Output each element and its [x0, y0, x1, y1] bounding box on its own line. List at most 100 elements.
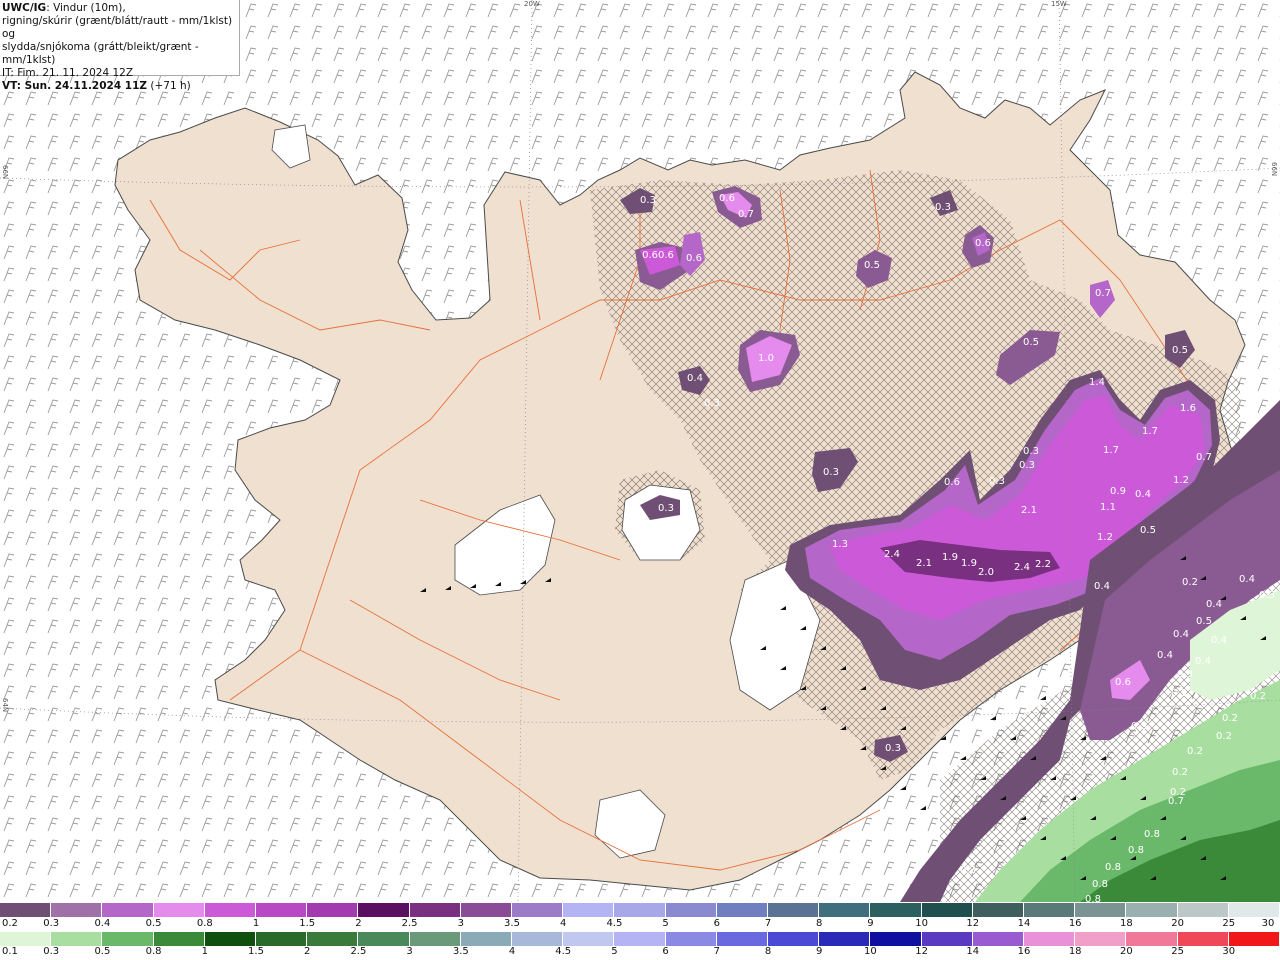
snow-legend-label: 14: [1017, 918, 1031, 929]
rain-legend-label: 0.1: [2, 946, 18, 957]
precip-label: 1.0: [758, 353, 774, 364]
rain-legend-swatch: [307, 932, 359, 946]
rain-legend-swatch: [256, 932, 308, 946]
precip-label: 0.3: [989, 476, 1005, 487]
snow-legend-swatch: [0, 903, 52, 917]
rain-legend-swatch: [153, 932, 205, 946]
rain-legend-swatch: [1024, 932, 1076, 946]
snow-legend-swatch: [1228, 903, 1280, 917]
rain-legend-swatch: [614, 932, 666, 946]
rain-legend-swatch: [460, 932, 513, 946]
precip-label: 2.4: [1014, 562, 1030, 573]
snow-legend-swatch: [460, 903, 513, 917]
precip-label: 0.8: [1128, 845, 1144, 856]
precip-label: 0.4: [1157, 650, 1173, 661]
precip-label: 0.3: [1171, 688, 1187, 699]
precip-label: 0.2: [1172, 767, 1188, 778]
rain-legend-swatch: [358, 932, 410, 946]
precip-label: 0.7: [1168, 796, 1184, 807]
snow-legend-label: 0.3: [43, 918, 60, 929]
map-info-box: UWC/IG: Vindur (10m), rigning/skúrir (gr…: [0, 0, 240, 92]
info-line-3: slydda/snjókoma (grátt/bleikt/grænt - mm…: [2, 41, 199, 66]
precip-label: 0.8: [1092, 879, 1108, 890]
rain-legend-label: 0.3: [43, 946, 60, 957]
map-title-rest: : Vindur (10m),: [46, 2, 126, 14]
precip-label: 2.4: [884, 549, 900, 560]
rain-legend-label: 9: [816, 946, 823, 957]
precip-label: 0.4: [687, 373, 703, 384]
snow-legend-label: 4: [560, 918, 567, 929]
precip-label: 0.3: [935, 202, 951, 213]
rain-legend-swatch: [1177, 932, 1229, 946]
rain-legend-swatch: [921, 932, 973, 946]
rain-legend-label: 25: [1171, 946, 1184, 957]
snow-legend-swatch: [563, 903, 615, 917]
precip-label: 0.2: [1187, 746, 1203, 757]
snow-legend-swatch: [1024, 903, 1076, 917]
lon-label-15w: 15W: [1051, 0, 1067, 8]
snow-legend-swatch: [256, 903, 308, 917]
precip-label: 0.8: [1105, 862, 1121, 873]
rain-legend-swatch: [1075, 932, 1127, 946]
lat-label-64n-left: 64N: [1, 698, 9, 713]
snow-legend-label: 3: [457, 918, 464, 929]
rain-legend-label: 10: [864, 946, 877, 957]
precip-label: 0.3: [1177, 669, 1193, 680]
precip-label: 0.2: [1250, 691, 1266, 702]
snow-legend-label: 12: [966, 918, 980, 929]
precip-label: 0.60.6: [642, 250, 674, 261]
rain-legend-swatch: [972, 932, 1025, 946]
info-line-2: rigning/skúrir (grænt/blátt/rautt - mm/1…: [2, 15, 233, 40]
rain-legend-bar: [0, 932, 1280, 946]
rain-legend-label: 8: [764, 946, 772, 957]
precip-label: 0.3: [1023, 446, 1039, 457]
snow-legend-swatch: [716, 903, 769, 917]
rain-legend-label: 2.5: [350, 946, 367, 957]
precip-label: 0.3: [704, 398, 720, 409]
snow-legend-swatch: [51, 903, 103, 917]
forecast-hours: (+71 h): [147, 80, 191, 92]
precip-label: 1.3: [832, 539, 848, 550]
lat-label-66n-right: 66N: [1270, 162, 1278, 177]
weather-map: 0.3 0.60.70.30.60.60.6 0.60.50.71.00.50.50…: [0, 0, 1280, 902]
precip-label: 0.3: [885, 743, 901, 754]
snow-legend-label: 3.5: [504, 918, 520, 929]
snow-legend-swatch: [768, 903, 820, 917]
precip-label: 0.6: [944, 477, 960, 488]
precip-label: 0.7: [738, 209, 754, 220]
rain-legend-label: 0.5: [94, 946, 111, 957]
precip-label: 0.3: [1019, 460, 1035, 471]
precip-label: 0.2: [1182, 577, 1198, 588]
rain-legend-label: 20: [1120, 946, 1133, 957]
rain-legend-swatch: [716, 932, 769, 946]
precip-label: 1.7: [1142, 426, 1158, 437]
precip-label: 1.1: [1100, 502, 1116, 513]
rain-legend-swatch: [665, 932, 717, 946]
snow-legend-swatch: [1177, 903, 1229, 917]
precip-label: 0.3: [640, 195, 656, 206]
precip-label: 0.6: [975, 238, 991, 249]
snow-legend-label: 25: [1222, 918, 1236, 929]
precip-label: 0.3: [1259, 590, 1275, 601]
precip-label: 0.5: [1023, 337, 1039, 348]
rain-legend-label: 7: [713, 946, 720, 957]
snow-legend-label: 16: [1068, 918, 1082, 929]
snow-legend-labels: 0.2 0.3 0.4 0.5 0.8 1 1.5 2 2.5 3 3.5 4 4.5 5 6 7 8 9 10 12…: [0, 918, 1280, 932]
precip-label: 0.4: [1195, 656, 1211, 667]
rain-legend-label: 16: [1017, 946, 1031, 957]
precip-label: 1.4: [1089, 377, 1105, 388]
snow-legend-label: 4.5: [606, 918, 623, 929]
precip-label: 1.2: [1173, 475, 1189, 486]
precip-label: 0.6: [1115, 677, 1131, 688]
precip-label: 0.4: [1173, 629, 1189, 640]
precip-label: 0.3: [1131, 721, 1147, 732]
snow-legend-swatch: [972, 903, 1025, 917]
snow-legend-label: 2: [355, 918, 362, 929]
snow-legend-swatch: [665, 903, 717, 917]
precip-label: 0.9: [1110, 486, 1126, 497]
precip-label: 0.5: [1196, 616, 1212, 627]
precip-label: 1.2: [1097, 532, 1113, 543]
precip-label: 1.9: [942, 552, 958, 563]
precip-label: 0.8: [1144, 829, 1160, 840]
lat-label-66n-left: 66N: [1, 165, 9, 180]
